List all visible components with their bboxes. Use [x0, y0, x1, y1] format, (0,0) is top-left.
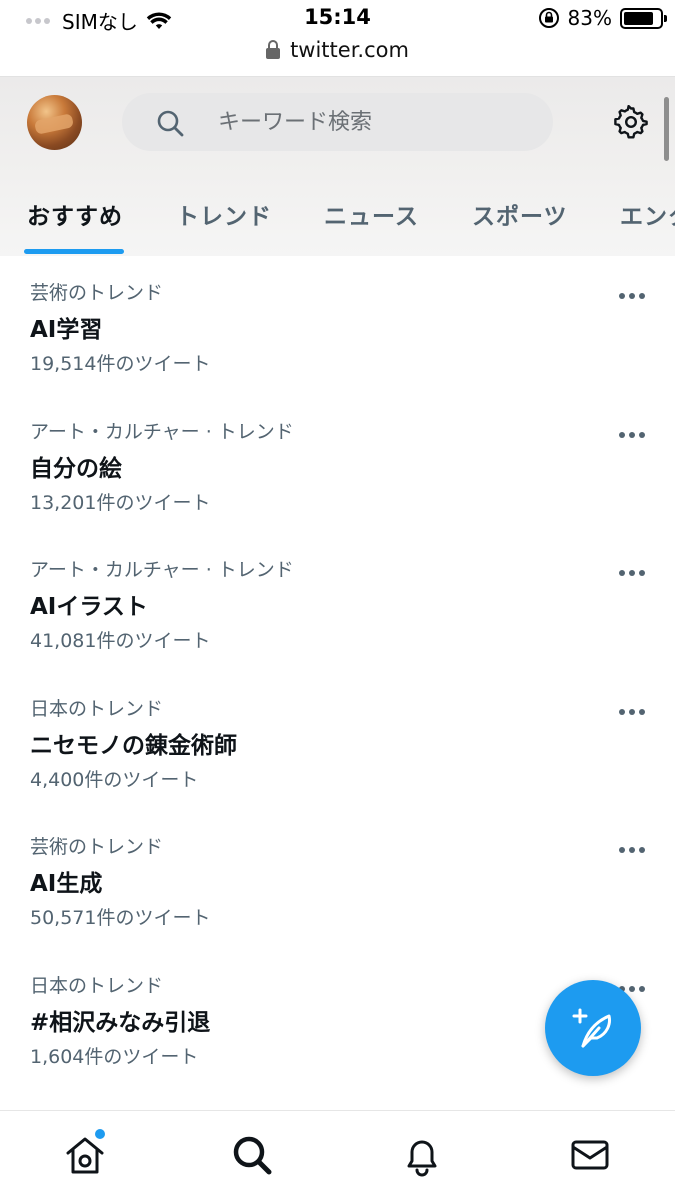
tab-recommended[interactable]: おすすめ	[27, 197, 123, 231]
trend-name: ニセモノの錬金術師	[30, 732, 237, 759]
orientation-lock-icon	[538, 8, 559, 28]
trend-category: アート・カルチャー · トレンド	[30, 559, 294, 581]
status-right: 83%	[538, 6, 667, 30]
avatar[interactable]	[27, 95, 82, 150]
lock-icon	[266, 40, 281, 59]
trend-tweet-count: 13,201件のツイート	[30, 491, 211, 514]
home-icon	[66, 1137, 104, 1174]
nav-messages[interactable]	[568, 1133, 612, 1177]
search-icon	[157, 110, 184, 137]
url-text: twitter.com	[290, 38, 409, 62]
scrollbar[interactable]	[664, 97, 669, 161]
status-bar: SIMなし 15:14 83%	[0, 0, 675, 36]
nav-notifications[interactable]	[400, 1133, 444, 1177]
compose-tweet-icon	[572, 1008, 611, 1048]
search-box[interactable]	[122, 93, 553, 151]
tab-sports[interactable]: スポーツ	[472, 197, 568, 231]
trend-name: AIイラスト	[30, 594, 148, 620]
compose-tweet-button[interactable]	[545, 980, 641, 1076]
more-icon[interactable]	[619, 846, 647, 854]
battery-percent: 83%	[567, 6, 612, 30]
trend-name: #相沢みなみ引退	[30, 1009, 211, 1036]
battery-icon	[620, 7, 667, 29]
trend-category: 芸術のトレンド	[30, 836, 164, 858]
trend-item[interactable]: 芸術のトレンド AI学習 19,514件のツイート	[0, 256, 675, 395]
trend-tweet-count: 4,400件のツイート	[30, 768, 199, 791]
trend-list: 芸術のトレンド AI学習 19,514件のツイート アート・カルチャー · トレ…	[0, 256, 675, 1087]
trend-category: 芸術のトレンド	[30, 282, 164, 304]
trend-name: AI学習	[30, 317, 103, 343]
search-input[interactable]	[218, 93, 538, 151]
explore-header: おすすめ トレンド ニュース スポーツ エンタ	[0, 76, 675, 256]
active-tab-indicator	[24, 249, 124, 254]
more-icon[interactable]	[619, 569, 647, 577]
trend-item[interactable]: アート・カルチャー · トレンド AIイラスト 41,081件のツイート	[0, 533, 675, 672]
explore-tabs: おすすめ トレンド ニュース スポーツ エンタ	[0, 189, 675, 257]
trend-tweet-count: 41,081件のツイート	[30, 630, 211, 652]
trend-name: 自分の絵	[30, 455, 122, 482]
tab-trending[interactable]: トレンド	[176, 197, 272, 231]
trend-category: アート・カルチャー · トレンド	[30, 420, 294, 443]
trend-category: 日本のトレンド	[30, 974, 164, 997]
nav-home[interactable]	[63, 1129, 107, 1177]
more-icon[interactable]	[619, 292, 647, 300]
trend-tweet-count: 19,514件のツイート	[30, 353, 211, 375]
trend-tweet-count: 50,571件のツイート	[30, 907, 211, 929]
bottom-navigation	[0, 1110, 675, 1200]
address-bar[interactable]: twitter.com	[0, 36, 675, 76]
tab-entertainment[interactable]: エンタ	[620, 197, 675, 231]
trend-item[interactable]: 芸術のトレンド AI生成 50,571件のツイート	[0, 810, 675, 949]
search-icon	[233, 1136, 272, 1175]
nav-explore[interactable]	[230, 1133, 274, 1177]
more-icon[interactable]	[619, 431, 647, 439]
tab-news[interactable]: ニュース	[324, 197, 419, 231]
gear-icon[interactable]	[614, 105, 648, 139]
notification-dot	[95, 1129, 105, 1139]
trend-category: 日本のトレンド	[30, 697, 164, 720]
trend-tweet-count: 1,604件のツイート	[30, 1045, 199, 1068]
trend-name: AI生成	[30, 871, 103, 897]
more-icon[interactable]	[619, 708, 647, 716]
bell-icon	[407, 1140, 437, 1177]
trend-item[interactable]: アート・カルチャー · トレンド 自分の絵 13,201件のツイート	[0, 395, 675, 534]
trend-item[interactable]: 日本のトレンド ニセモノの錬金術師 4,400件のツイート	[0, 672, 675, 811]
mail-icon	[571, 1140, 609, 1170]
battery-fill	[624, 11, 654, 25]
